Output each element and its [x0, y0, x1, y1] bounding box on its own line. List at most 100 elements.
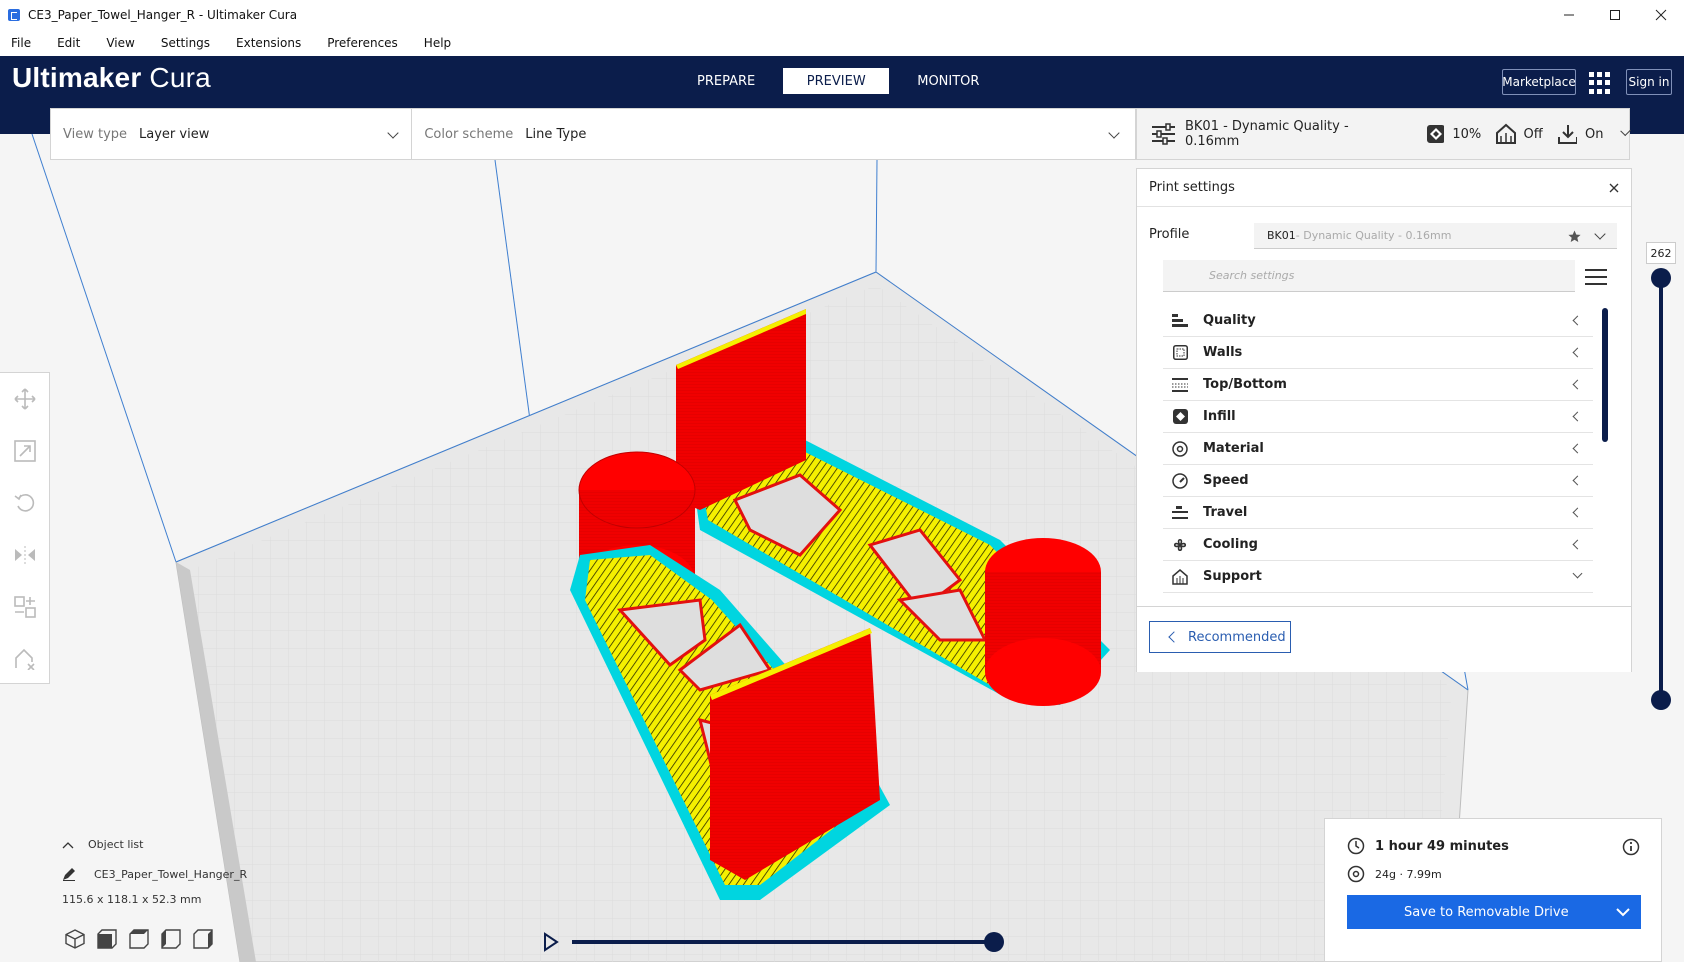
tab-preview[interactable]: PREVIEW — [783, 68, 890, 94]
save-button-label: Save to Removable Drive — [1404, 904, 1569, 920]
mirror-tool[interactable] — [13, 543, 37, 567]
chevron-left-icon — [1572, 539, 1583, 550]
object-list-toggle[interactable]: Object list — [62, 838, 247, 851]
support-blocker-tool[interactable] — [13, 647, 37, 671]
view-type-label: View type — [63, 126, 128, 142]
view-front-button[interactable] — [96, 928, 118, 950]
output-panel: 1 hour 49 minutes 24g · 7.99m Save to Re… — [1324, 818, 1662, 962]
move-tool[interactable] — [13, 387, 37, 411]
close-icon — [1655, 9, 1667, 21]
camera-view-buttons — [64, 928, 224, 950]
path-slider-track[interactable] — [572, 940, 994, 944]
category-cooling[interactable]: Cooling — [1163, 529, 1593, 561]
tab-prepare[interactable]: PREPARE — [673, 68, 779, 94]
color-scheme-label: Color scheme — [424, 126, 514, 142]
category-material[interactable]: Material — [1163, 433, 1593, 465]
color-scheme-value: Line Type — [525, 126, 587, 142]
panel-header: Print settings — [1137, 169, 1631, 207]
category-support[interactable]: Support — [1163, 561, 1593, 593]
chevron-up-icon — [62, 841, 74, 848]
infill-value: 10% — [1452, 126, 1482, 142]
profile-dropdown[interactable]: BK01 - Dynamic Quality - 0.16mm — [1254, 223, 1617, 249]
menu-view[interactable]: View — [106, 36, 134, 50]
path-slider-handle[interactable] — [984, 932, 1004, 952]
chevron-down-icon — [1572, 568, 1583, 579]
category-walls[interactable]: Walls — [1163, 337, 1593, 369]
color-scheme-dropdown[interactable]: Color scheme Line Type — [412, 109, 1135, 159]
object-list-header: Object list — [88, 838, 144, 851]
chevron-down-icon — [387, 127, 399, 139]
active-profile-name: BK01 - Dynamic Quality - 0.16mm — [1184, 119, 1349, 149]
layer-number-input[interactable]: 262 — [1646, 242, 1676, 264]
menu-settings[interactable]: Settings — [161, 36, 210, 50]
chevron-left-icon — [1572, 347, 1583, 358]
menu-extensions[interactable]: Extensions — [236, 36, 301, 50]
object-name-row[interactable]: CE3_Paper_Towel_Hanger_R — [62, 867, 247, 881]
scale-tool[interactable] — [13, 439, 37, 463]
settings-sliders-icon — [1152, 123, 1175, 145]
info-icon[interactable] — [1622, 838, 1640, 856]
category-quality[interactable]: Quality — [1163, 305, 1593, 337]
view-left-button[interactable] — [160, 928, 182, 950]
panel-footer: Recommended — [1137, 606, 1631, 672]
play-icon[interactable] — [542, 932, 560, 952]
chevron-left-icon — [1572, 443, 1583, 454]
material-usage: 24g · 7.99m — [1375, 867, 1442, 881]
tool-rail — [0, 372, 50, 684]
mirror-icon — [15, 546, 35, 564]
view-top-button[interactable] — [128, 928, 150, 950]
apps-grid-icon[interactable] — [1589, 72, 1611, 94]
rotate-icon — [14, 494, 35, 512]
menu-edit[interactable]: Edit — [57, 36, 80, 50]
cube-3d-icon — [65, 929, 85, 949]
print-time: 1 hour 49 minutes — [1375, 838, 1509, 854]
category-top-bottom[interactable]: Top/Bottom — [1163, 369, 1593, 401]
settings-menu-icon[interactable] — [1585, 269, 1607, 285]
menu-preferences[interactable]: Preferences — [327, 36, 398, 50]
settings-search-input[interactable]: Search settings — [1163, 260, 1575, 292]
sign-in-button[interactable]: Sign in — [1626, 69, 1672, 95]
window-titlebar: CE3_Paper_Towel_Hanger_R - Ultimaker Cur… — [0, 0, 1684, 30]
object-dimensions: 115.6 x 118.1 x 52.3 mm — [62, 893, 202, 906]
rotate-tool[interactable] — [13, 491, 37, 515]
menu-help[interactable]: Help — [424, 36, 451, 50]
print-setup-selector[interactable]: BK01 - Dynamic Quality - 0.16mm 10% Off … — [1136, 108, 1631, 160]
menu-file[interactable]: File — [11, 36, 31, 50]
cube-right-icon — [193, 929, 213, 949]
marketplace-button[interactable]: Marketplace — [1502, 69, 1576, 95]
layer-slider-track[interactable] — [1659, 277, 1663, 700]
chevron-down-icon — [1619, 125, 1631, 137]
view-3d-button[interactable] — [64, 928, 86, 950]
settings-category-list: Quality Walls Top/Bottom Infill Material… — [1163, 305, 1593, 593]
close-window-button[interactable] — [1638, 0, 1684, 30]
layer-slider-upper-handle[interactable] — [1651, 268, 1671, 288]
close-icon[interactable] — [1609, 183, 1619, 193]
output-device-dropdown[interactable] — [1605, 895, 1641, 929]
view-right-button[interactable] — [192, 928, 214, 950]
star-icon[interactable] — [1568, 230, 1581, 243]
save-to-removable-drive-button[interactable]: Save to Removable Drive — [1347, 895, 1641, 929]
maximize-button[interactable] — [1592, 0, 1638, 30]
profile-name: BK01 — [1267, 229, 1296, 242]
walls-icon — [1171, 345, 1189, 361]
layer-slider-lower-handle[interactable] — [1651, 690, 1671, 710]
recommended-button[interactable]: Recommended — [1149, 621, 1291, 653]
minimize-button[interactable] — [1546, 0, 1592, 30]
panel-title: Print settings — [1149, 180, 1235, 195]
adhesion-value: On — [1585, 126, 1604, 142]
settings-scrollbar[interactable] — [1602, 308, 1608, 442]
category-speed[interactable]: Speed — [1163, 465, 1593, 497]
category-infill[interactable]: Infill — [1163, 401, 1593, 433]
cura-app-icon — [8, 9, 20, 21]
view-type-dropdown[interactable]: View type Layer view — [51, 109, 413, 159]
support-icon — [1171, 568, 1189, 585]
category-travel[interactable]: Travel — [1163, 497, 1593, 529]
maximize-icon — [1610, 10, 1620, 20]
per-model-settings-tool[interactable] — [13, 595, 37, 619]
top-bottom-icon — [1171, 377, 1189, 393]
spool-icon — [1347, 865, 1365, 883]
cube-left-icon — [161, 929, 181, 949]
ultimaker-cura-logo: Ultimaker Cura — [12, 62, 211, 93]
move-icon — [14, 388, 36, 410]
tab-monitor[interactable]: MONITOR — [893, 68, 1003, 94]
